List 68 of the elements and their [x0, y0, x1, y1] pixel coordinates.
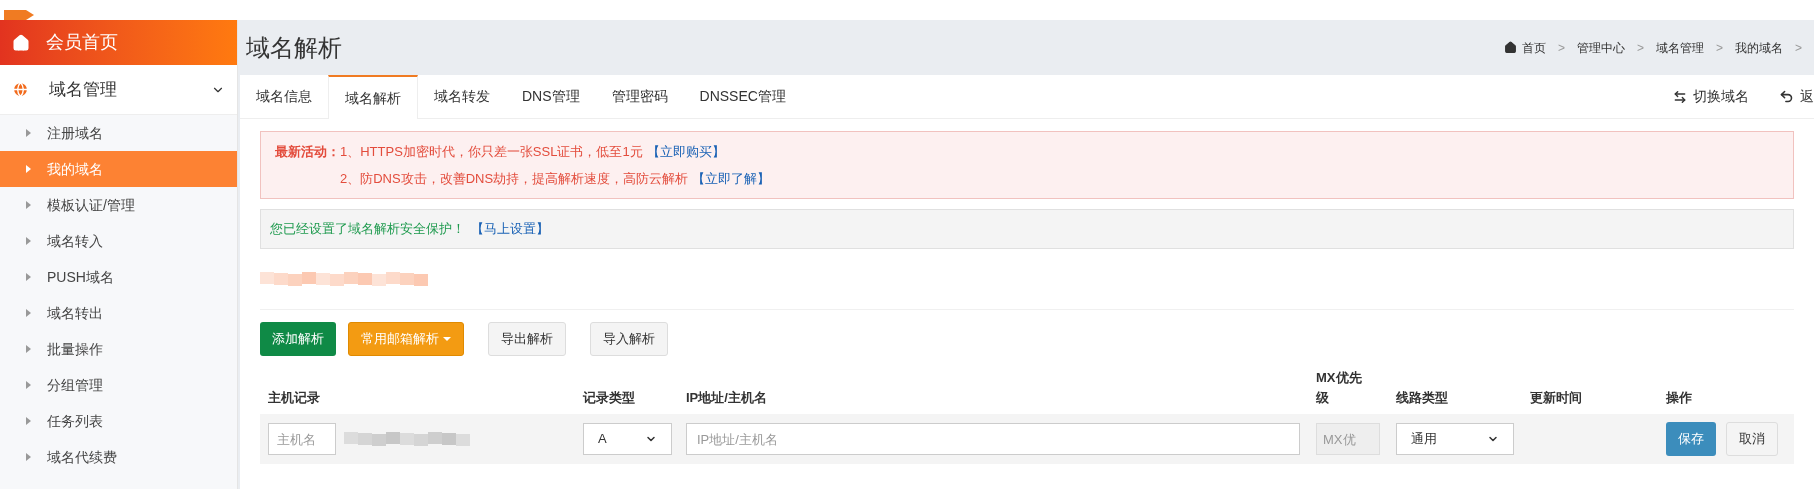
column-header: MX优先级	[1316, 369, 1363, 407]
breadcrumb-separator: >	[1557, 39, 1565, 57]
line-type-select[interactable]: 通用	[1396, 423, 1514, 455]
globe-icon	[12, 81, 29, 98]
toolbar-button[interactable]: 导入解析	[590, 322, 668, 356]
breadcrumb-separator: >	[1795, 39, 1802, 57]
sidebar-item[interactable]: 域名转出	[0, 295, 237, 331]
sidebar-home-item[interactable]: 会员首页	[0, 20, 237, 65]
triangle-icon	[26, 237, 31, 245]
triangle-icon	[26, 165, 31, 173]
column-header: 操作	[1666, 389, 1693, 407]
tab[interactable]: 域名转发	[418, 75, 506, 118]
toolbar-button[interactable]: 添加解析	[260, 322, 336, 356]
column-header: IP地址/主机名	[686, 389, 768, 407]
tab[interactable]: 管理密码	[595, 75, 684, 118]
notice-text: 您已经设置了域名解析安全保护！	[270, 220, 465, 239]
promo-text: 2、防DNS攻击，改善DNS劫持，提高解析速度，高防云解析	[340, 169, 689, 188]
ip-input[interactable]: IP地址/主机名	[686, 423, 1300, 455]
breadcrumb-home-link[interactable]: 首页	[1503, 38, 1546, 57]
cancel-button[interactable]: 取消	[1726, 422, 1778, 456]
promo-link[interactable]: 【立即购买】	[646, 142, 725, 162]
host-input[interactable]: 主机名	[268, 423, 336, 455]
sidebar-group[interactable]: 域名管理	[0, 65, 237, 115]
sidebar-item[interactable]: 分组管理	[0, 367, 237, 403]
record-type-select[interactable]: A	[583, 423, 672, 455]
tab[interactable]: DNS管理	[506, 75, 596, 118]
column-header: 主机记录	[268, 389, 321, 407]
breadcrumb-link[interactable]: 域名管理	[1655, 38, 1704, 57]
save-button[interactable]: 保存	[1666, 422, 1716, 456]
breadcrumb-separator: >	[1636, 39, 1644, 57]
column-header: 更新时间	[1530, 389, 1583, 407]
page-title: 域名解析	[246, 32, 342, 63]
back-arrow-icon	[1779, 89, 1794, 104]
sidebar-item[interactable]: 模板认证/管理	[0, 187, 237, 223]
triangle-icon	[26, 381, 31, 389]
triangle-icon	[26, 309, 31, 317]
sidebar-item[interactable]: 域名转入	[0, 223, 237, 259]
toolbar-button[interactable]: 导出解析	[488, 322, 566, 356]
breadcrumb-link[interactable]: 管理中心	[1576, 38, 1625, 57]
tab[interactable]: DNSSEC管理	[683, 75, 802, 118]
breadcrumb-link[interactable]: 我的域名	[1735, 38, 1783, 57]
home-icon	[12, 33, 30, 52]
promo-link[interactable]: 【立即了解】	[692, 168, 771, 188]
tab[interactable]: 域名信息	[240, 75, 328, 118]
triangle-icon	[26, 201, 31, 209]
swap-arrows-icon	[1673, 89, 1687, 104]
tab[interactable]: 域名解析	[328, 75, 418, 119]
notice-link[interactable]: 【马上设置】	[471, 219, 549, 239]
promo-label: 最新活动：	[275, 143, 340, 161]
home-icon	[1503, 41, 1517, 54]
mx-input: MX优	[1316, 423, 1380, 455]
sidebar-item[interactable]: 批量操作	[0, 331, 237, 367]
column-header: 记录类型	[583, 389, 636, 407]
triangle-icon	[26, 345, 31, 353]
column-header: 线路类型	[1396, 389, 1449, 407]
triangle-icon	[26, 129, 31, 137]
switch-domain-link[interactable]: 切换域名	[1673, 75, 1749, 118]
sidebar-item[interactable]: 任务列表	[0, 403, 237, 439]
back-link[interactable]: 返	[1779, 75, 1814, 118]
sidebar-item[interactable]: 域名代续费	[0, 439, 237, 475]
promo-text: 1、HTTPS加密时代，你只差一张SSL证书，低至1元	[340, 143, 643, 161]
triangle-icon	[26, 273, 31, 281]
triangle-icon	[26, 453, 31, 461]
sidebar-item[interactable]: 注册域名	[0, 115, 237, 151]
breadcrumb-separator: >	[1715, 39, 1723, 57]
triangle-icon	[26, 417, 31, 425]
sidebar-item[interactable]: PUSH域名	[0, 259, 237, 295]
caret-icon	[443, 337, 451, 341]
